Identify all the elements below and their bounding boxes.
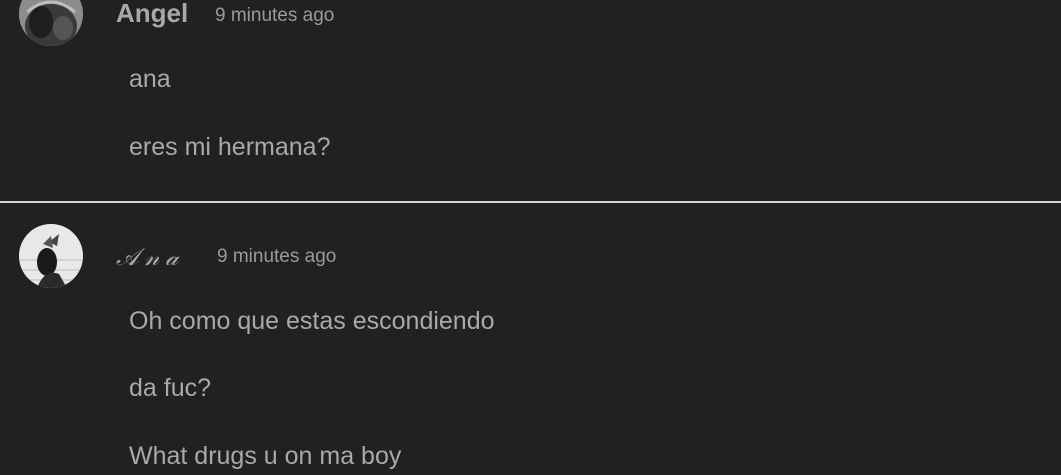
comment-message: What drugs u on ma boy: [129, 442, 402, 470]
comment: Angel 9 minutes ago ana eres mi hermana?: [0, 0, 1061, 202]
avatar[interactable]: [19, 224, 83, 288]
avatar-image: [19, 0, 83, 46]
comment: 𝒜𝓃𝒶 9 minutes ago Oh como que estas esco…: [0, 204, 1061, 475]
comment-message: Oh como que estas escondiendo: [129, 307, 495, 335]
avatar[interactable]: [19, 0, 83, 46]
comment-thread: Angel 9 minutes ago ana eres mi hermana?…: [0, 0, 1061, 475]
comment-message: eres mi hermana?: [129, 133, 331, 161]
comment-message: da fuc?: [129, 374, 212, 402]
comment-author[interactable]: 𝒜𝓃𝒶: [116, 242, 185, 272]
comment-divider: [0, 201, 1061, 203]
avatar-image: [19, 224, 83, 288]
comment-message: ana: [129, 65, 171, 93]
comment-timestamp: 9 minutes ago: [217, 246, 337, 267]
comment-timestamp: 9 minutes ago: [215, 5, 335, 26]
comment-author[interactable]: Angel: [116, 0, 188, 28]
